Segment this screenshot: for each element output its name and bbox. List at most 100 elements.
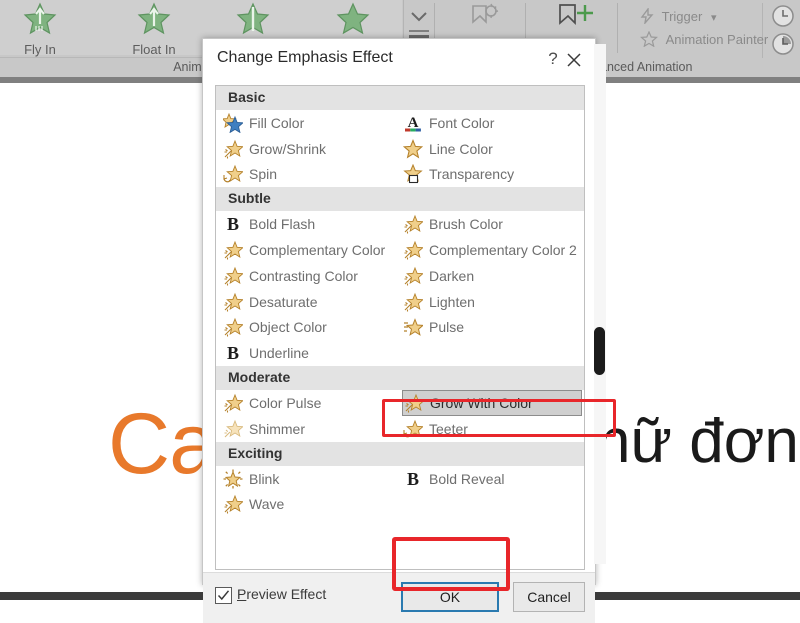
section-header-exciting: Exciting: [216, 442, 584, 466]
dialog-footer: Preview Effect OK Cancel: [203, 572, 595, 623]
effect-item-object-color[interactable]: Object Color: [222, 315, 398, 341]
animation-float-in-label: Float In: [104, 42, 204, 57]
effect-item-darken[interactable]: Darken: [402, 263, 582, 289]
effect-item-bold-reveal[interactable]: B Bold Reveal: [402, 466, 582, 492]
chevron-down-icon: [410, 10, 428, 22]
preview-effect-checkbox[interactable]: [215, 587, 232, 604]
clock-duration-icon[interactable]: [771, 32, 795, 61]
star-desaturate-icon: [222, 292, 244, 312]
star-wave-icon: [222, 494, 244, 514]
effect-item-label: Fill Color: [249, 115, 304, 131]
bold-flash-icon: B: [222, 214, 244, 234]
empty-cell: [402, 492, 582, 518]
star-fill-color-icon: [222, 113, 244, 133]
effect-item-font-color[interactable]: AFont Color: [402, 110, 582, 136]
star-split-icon: [203, 2, 303, 41]
effect-options-icon: [470, 2, 500, 37]
star-grow-shrink-icon: [222, 139, 244, 159]
effect-item-blink[interactable]: Blink: [222, 466, 398, 492]
effect-item-color-pulse[interactable]: Color Pulse: [222, 390, 398, 416]
effect-item-label: Brush Color: [429, 216, 503, 232]
effect-item-label: Darken: [429, 268, 474, 284]
effect-item-label: Complementary Color 2: [429, 242, 577, 258]
effect-item-spin[interactable]: Spin: [222, 162, 398, 188]
effect-item-label: Spin: [249, 166, 277, 182]
star-spin-icon: [222, 164, 244, 184]
close-icon[interactable]: [561, 47, 587, 73]
effect-item-wave[interactable]: Wave: [222, 492, 398, 518]
effect-item-label: Teeter: [429, 421, 468, 437]
slide-title-text-right: hữ đơn g: [596, 406, 800, 477]
underline-icon: B: [227, 343, 239, 363]
slide-scrollbar-thumb[interactable]: [594, 327, 605, 375]
star-object-color-icon: [222, 317, 244, 337]
effect-item-label: Grow/Shrink: [249, 141, 326, 157]
effect-item-label: Bold Flash: [249, 216, 315, 232]
section-header-subtle: Subtle: [216, 187, 584, 211]
effect-item-label: Complementary Color: [249, 242, 385, 258]
effect-item-fill-color[interactable]: Fill Color: [222, 110, 398, 136]
effect-item-grow-shrink[interactable]: Grow/Shrink: [222, 136, 398, 162]
trigger-label: Trigger: [662, 9, 703, 24]
change-emphasis-effect-dialog: Change Emphasis Effect ? BasicFill Color…: [202, 38, 596, 585]
underline-icon: B: [222, 343, 244, 363]
effects-row: Complementary Color Complementary Color 2: [216, 237, 584, 263]
cancel-button[interactable]: Cancel: [513, 582, 585, 612]
star-transparency-icon: [402, 164, 424, 184]
empty-cell: [402, 340, 582, 366]
add-animation-icon: [556, 2, 596, 37]
effect-item-brush-color[interactable]: Brush Color: [402, 211, 582, 237]
animation-fly-in-label: Fly In: [0, 42, 90, 57]
ok-button[interactable]: OK: [401, 582, 499, 612]
star-complementary-color-icon: [222, 240, 244, 260]
effect-item-label: Bold Reveal: [429, 471, 505, 487]
effects-row: Color Pulse Grow With Color: [216, 390, 584, 416]
dialog-title: Change Emphasis Effect: [217, 49, 393, 67]
effect-item-lighten[interactable]: Lighten: [402, 289, 582, 315]
effect-item-label: Font Color: [429, 115, 494, 131]
effects-listbox[interactable]: Basic Fill Color AFont Color Grow/Shrink Lin…: [215, 85, 585, 570]
section-header-label: Basic: [228, 89, 265, 105]
animation-float-in[interactable]: Float In: [104, 2, 204, 52]
effect-item-grow-with-color[interactable]: Grow With Color: [402, 390, 582, 416]
star-pulse-icon: [402, 317, 424, 337]
effect-item-shimmer[interactable]: Shimmer: [222, 416, 398, 442]
clock-start-icon[interactable]: [771, 4, 795, 33]
effect-item-label: Pulse: [429, 319, 464, 335]
star-complementary-color-2-icon: [402, 240, 424, 260]
star-wipe-icon: [303, 2, 403, 41]
section-header-moderate: Moderate: [216, 366, 584, 390]
effect-item-complementary-color-2[interactable]: Complementary Color 2: [402, 237, 582, 263]
effect-item-label: Grow With Color: [430, 395, 533, 411]
trigger-button[interactable]: Trigger ▾: [640, 8, 716, 27]
star-float-in-icon: [104, 2, 204, 41]
effects-row: Grow/Shrink Line Color: [216, 136, 584, 162]
effect-item-teeter[interactable]: Teeter: [402, 416, 582, 442]
effect-item-bold-flash[interactable]: B Bold Flash: [222, 211, 398, 237]
animation-fly-in[interactable]: Fly In: [0, 2, 90, 52]
effect-item-label: Color Pulse: [249, 395, 321, 411]
star-contrasting-color-icon: [222, 266, 244, 286]
group-label-advanced-animation: anced Animation: [600, 60, 800, 74]
bold-reveal-icon: B: [402, 469, 424, 489]
effect-item-line-color[interactable]: Line Color: [402, 136, 582, 162]
star-lighten-icon: [402, 292, 424, 312]
effect-item-label: Blink: [249, 471, 279, 487]
effect-item-label: Underline: [249, 345, 309, 361]
effect-item-transparency[interactable]: Transparency: [402, 162, 582, 188]
effect-item-pulse[interactable]: Pulse: [402, 315, 582, 341]
effect-item-label: Transparency: [429, 166, 514, 182]
effect-item-label: Desaturate: [249, 294, 317, 310]
effect-item-underline[interactable]: B Underline: [222, 340, 398, 366]
effect-item-desaturate[interactable]: Desaturate: [222, 289, 398, 315]
star-brush-color-icon: [402, 214, 424, 234]
effect-item-contrasting-color[interactable]: Contrasting Color: [222, 263, 398, 289]
effect-item-label: Lighten: [429, 294, 475, 310]
effect-item-complementary-color[interactable]: Complementary Color: [222, 237, 398, 263]
chevron-down-icon: ▾: [711, 12, 717, 24]
animation-painter-button[interactable]: Animation Painter: [640, 31, 768, 50]
trigger-icon: [640, 8, 654, 27]
section-header-basic: Basic: [216, 86, 584, 110]
slide-scrollbar[interactable]: [594, 44, 606, 564]
star-fly-in-icon: [0, 2, 90, 41]
